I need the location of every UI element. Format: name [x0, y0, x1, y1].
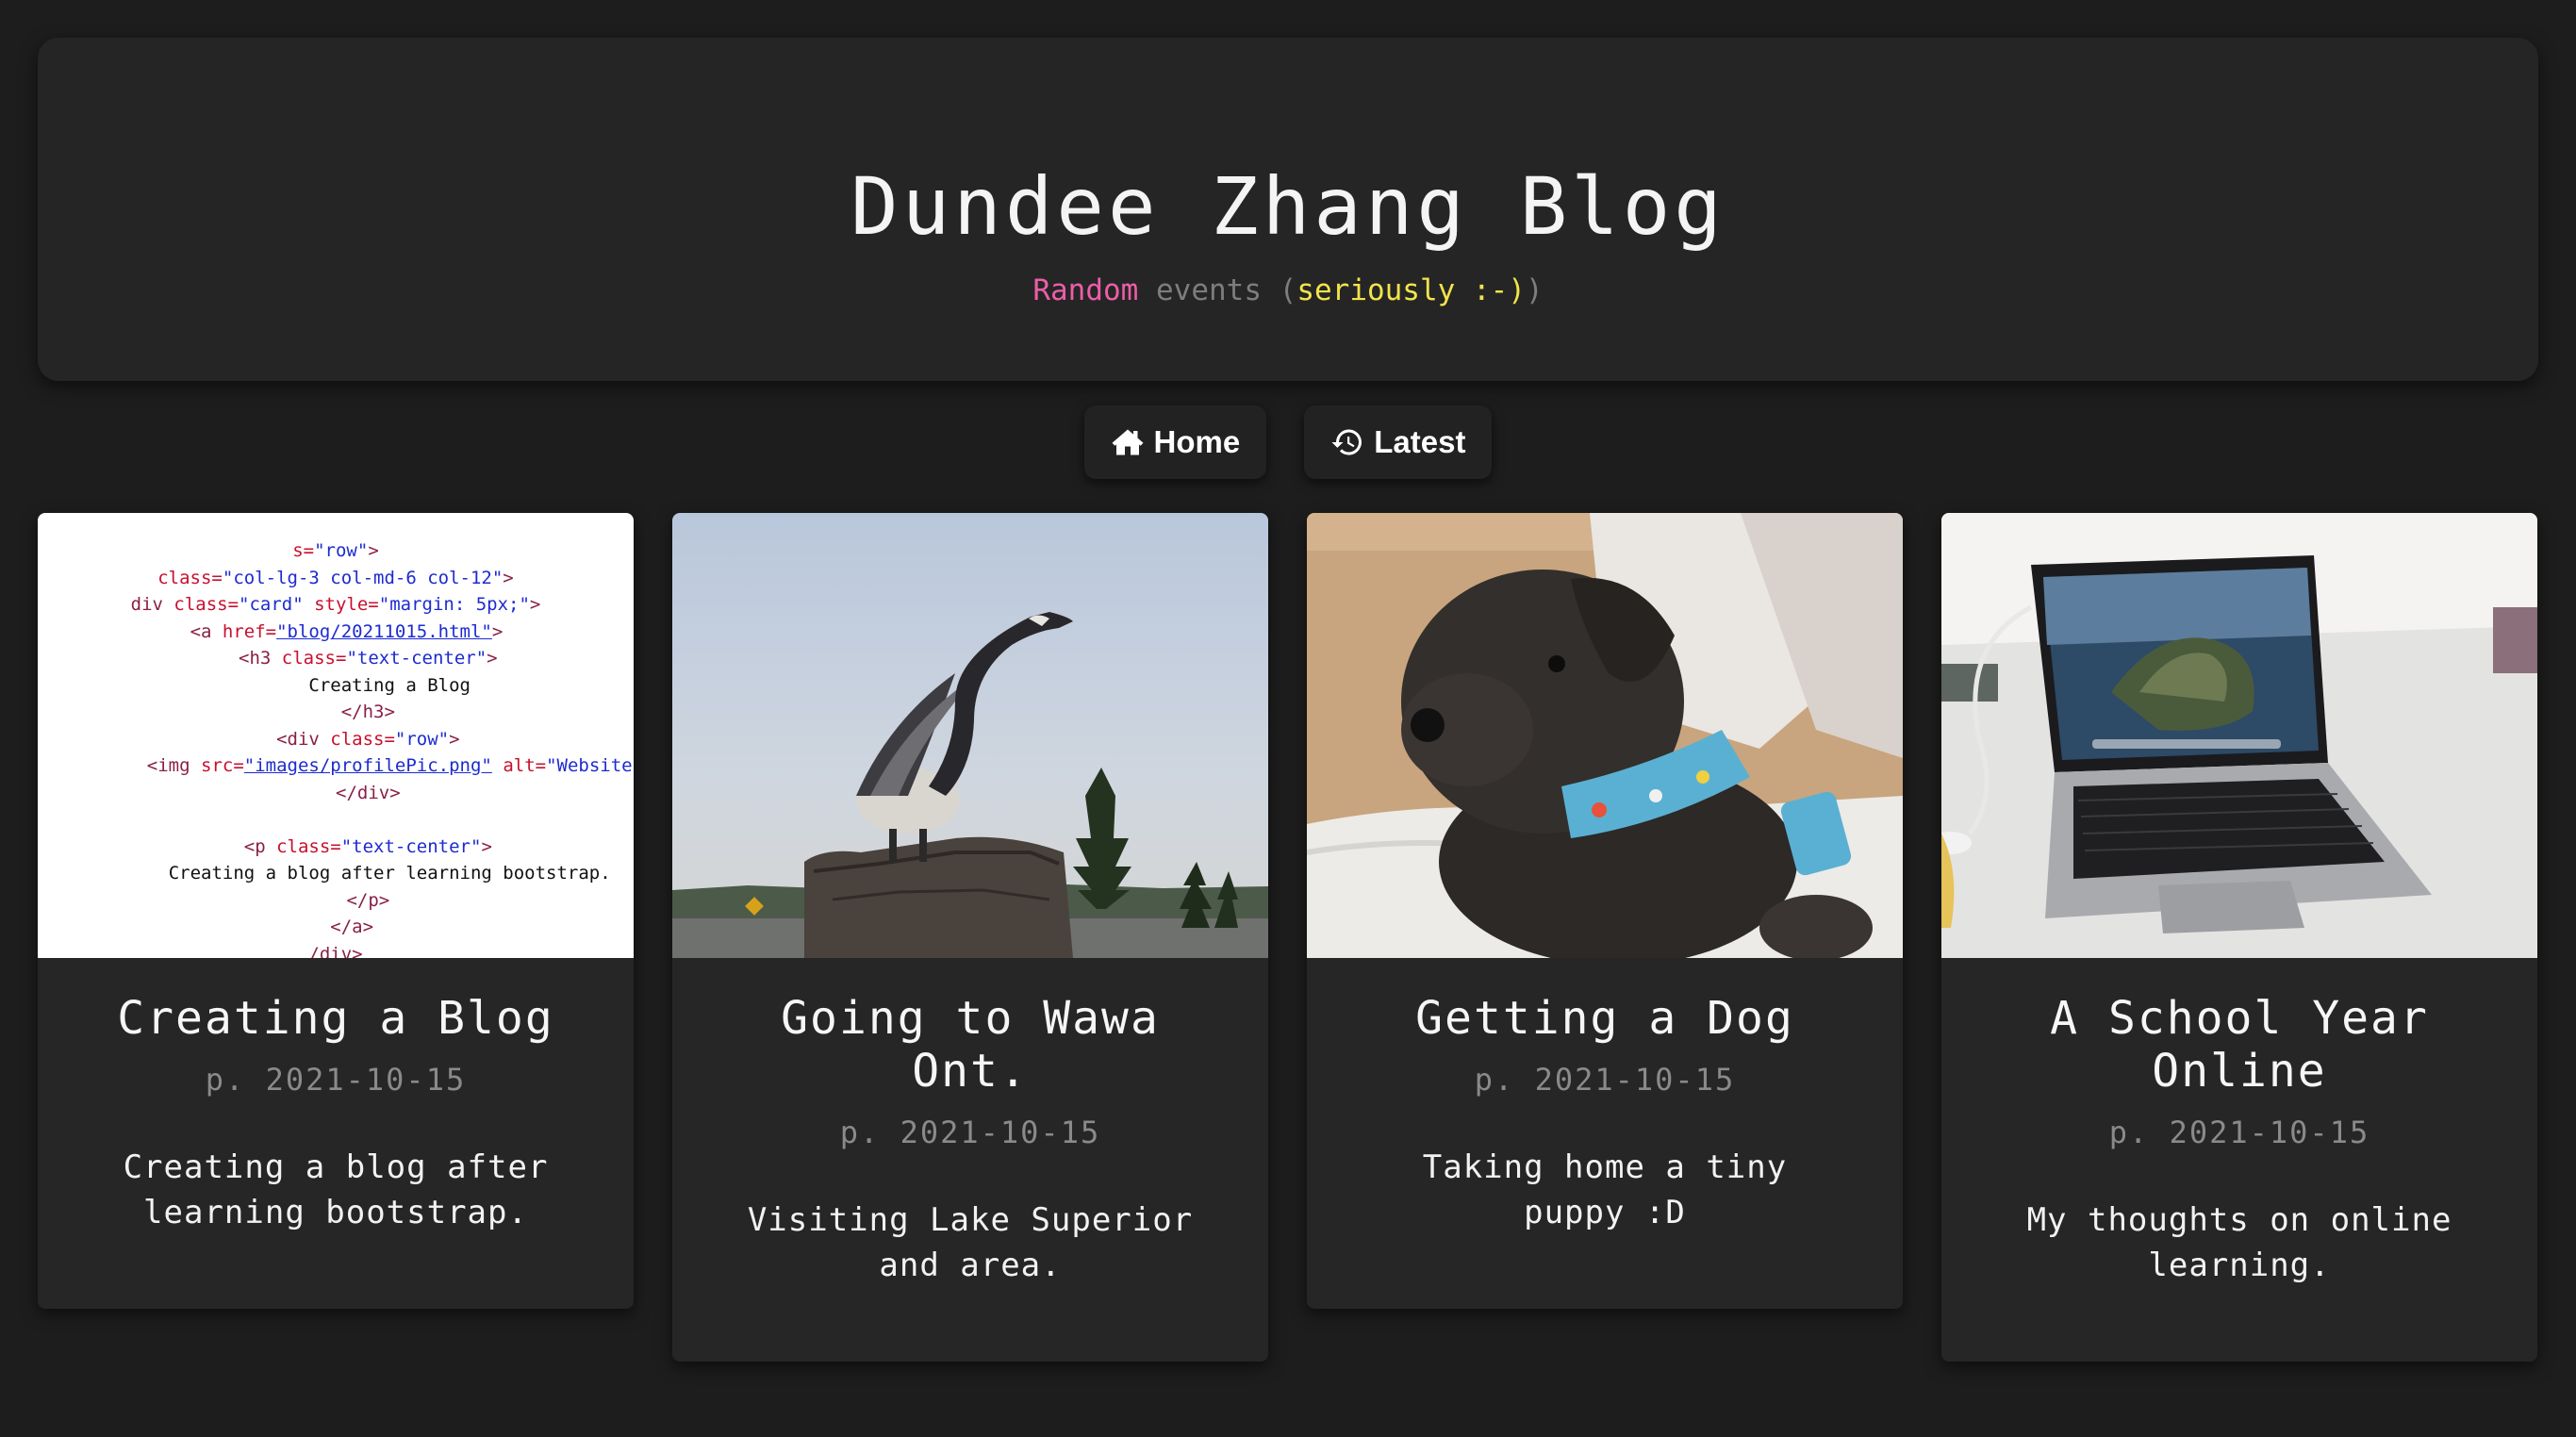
- home-label: Home: [1153, 424, 1241, 459]
- code-line: s="row">: [292, 540, 379, 561]
- post-card-creating-a-blog[interactable]: s="row"> class="col-lg-3 col-md-6 col-12"…: [38, 513, 634, 1309]
- site-header: Dundee Zhang Blog Random events (serious…: [38, 38, 2538, 381]
- latest-button[interactable]: Latest: [1304, 405, 1493, 479]
- code-line: <div class="row">: [276, 728, 460, 750]
- post-description: Visiting Lake Superior and area.: [747, 1201, 1194, 1284]
- post-description: My thoughts on online learning.: [2026, 1201, 2452, 1284]
- code-line: div class="card" style="margin: 5px;">: [130, 594, 541, 615]
- goose-statue-image: [672, 513, 1268, 958]
- tagline-paren-open: (: [1279, 273, 1297, 307]
- post-title: Creating a Blog: [117, 992, 554, 1045]
- post-card-getting-a-dog[interactable]: Getting a Dog p. 2021-10-15 Taking home …: [1307, 513, 1903, 1309]
- tagline-events: events: [1138, 273, 1280, 307]
- post-description: Creating a blog after learning bootstrap…: [123, 1148, 549, 1231]
- home-icon: [1112, 429, 1144, 455]
- code-line: </a>: [330, 917, 374, 937]
- post-date: p. 2021-10-15: [1474, 1062, 1736, 1098]
- code-line: </div>: [336, 782, 401, 803]
- main-nav: Home Latest: [0, 405, 2576, 479]
- post-card-school-year-online[interactable]: A School Year Online p. 2021-10-15 My th…: [1941, 513, 2537, 1362]
- history-icon: [1331, 429, 1362, 455]
- laptop-image: [1941, 513, 2537, 958]
- post-title: Getting a Dog: [1415, 992, 1794, 1045]
- post-title: Going to Wawa Ont.: [781, 992, 1160, 1098]
- post-description: Taking home a tiny puppy :D: [1422, 1148, 1788, 1231]
- code-line: <a href="blog/20211015.html">: [190, 620, 504, 642]
- code-line: </p>: [346, 889, 390, 911]
- post-date: p. 2021-10-15: [205, 1062, 467, 1098]
- post-card-going-to-wawa[interactable]: Going to Wawa Ont. p. 2021-10-15 Visitin…: [672, 513, 1268, 1362]
- puppy-image: [1307, 513, 1903, 958]
- latest-label: Latest: [1374, 424, 1466, 459]
- code-line: Creating a Blog: [308, 674, 471, 696]
- code-line: Creating a blog after learning bootstrap…: [168, 863, 611, 884]
- site-tagline: Random events (seriously :-)): [38, 273, 2538, 307]
- code-line: class="col-lg-3 col-md-6 col-12">: [157, 567, 514, 588]
- code-line: <p class="text-center">: [243, 835, 492, 857]
- tagline-random: Random: [1032, 273, 1139, 307]
- code-screenshot-image: s="row"> class="col-lg-3 col-md-6 col-12"…: [38, 513, 634, 958]
- code-line: <img src="images/profilePic.png" alt="We…: [146, 755, 633, 776]
- home-button[interactable]: Home: [1083, 405, 1267, 479]
- post-title: A School Year Online: [2050, 992, 2429, 1098]
- post-date: p. 2021-10-15: [2108, 1115, 2370, 1150]
- code-line: </h3>: [340, 702, 395, 722]
- code-line: <h3 class="text-center">: [239, 648, 498, 669]
- tagline-paren-close: ): [1525, 273, 1544, 307]
- post-date: p. 2021-10-15: [839, 1115, 1101, 1150]
- post-cards: s="row"> class="col-lg-3 col-md-6 col-12"…: [38, 513, 2538, 1362]
- site-title: Dundee Zhang Blog: [850, 160, 1726, 253]
- tagline-seriously: seriously :-): [1296, 273, 1526, 307]
- code-line: /div>: [308, 943, 363, 959]
